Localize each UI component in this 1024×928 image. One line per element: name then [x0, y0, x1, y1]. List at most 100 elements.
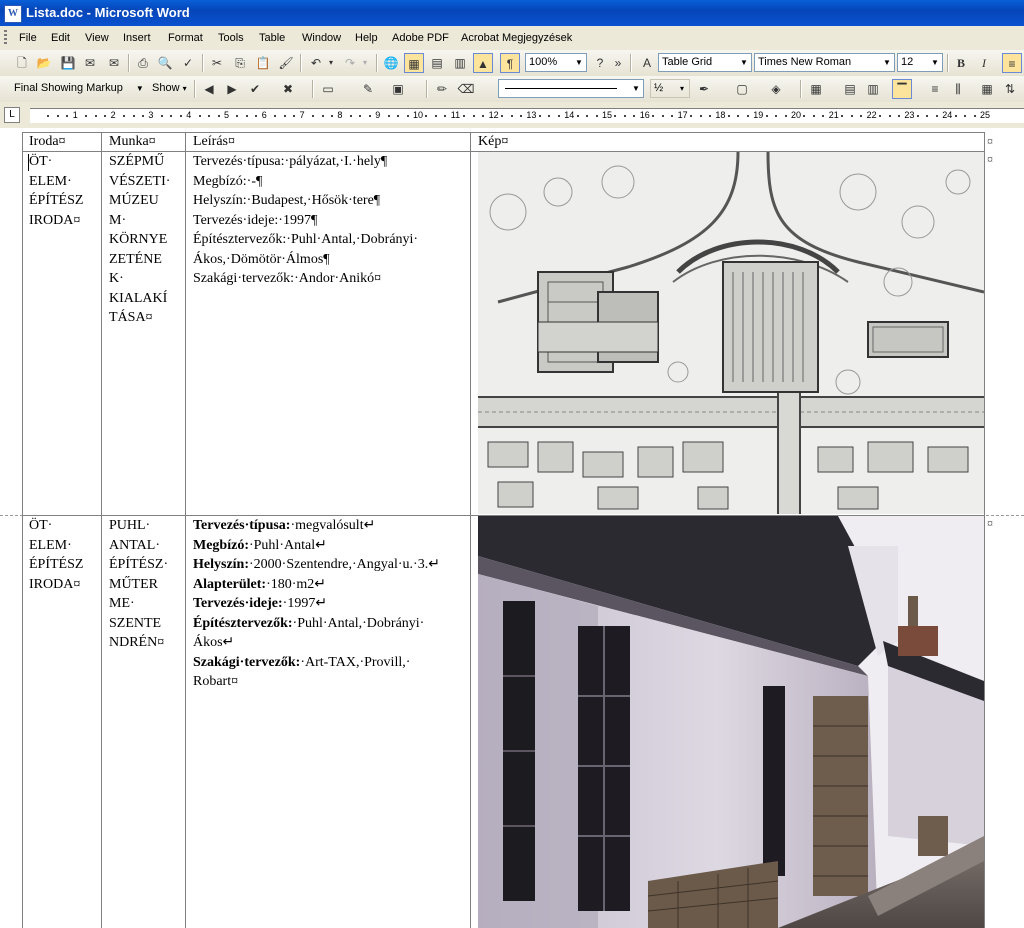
menu-help[interactable]: Help: [355, 32, 378, 44]
menu-table[interactable]: Table: [259, 32, 285, 44]
reviewing-pane-icon[interactable]: ▣: [388, 79, 408, 99]
help-icon[interactable]: ?: [590, 53, 610, 73]
site-plan-image[interactable]: [478, 152, 984, 514]
eraser-icon[interactable]: ⌫: [456, 79, 476, 99]
menu-bar: File Edit View Insert Format Tools Table…: [0, 26, 1024, 51]
ruler-tick: [179, 115, 182, 117]
outside-border-icon[interactable]: ▢: [732, 79, 752, 99]
split-cells-icon[interactable]: ▥: [863, 79, 883, 99]
header-munka[interactable]: Munka¤: [109, 132, 156, 152]
row-end-mark: ¤: [987, 152, 993, 166]
toolbar-options-icon[interactable]: »: [612, 53, 624, 73]
draw-table-icon[interactable]: ✏: [432, 79, 452, 99]
redo-icon[interactable]: ↷: [340, 53, 360, 73]
row1-work-cell[interactable]: SZÉPMŰ VÉSZETI· MÚZEU M· KÖRNYE ZETÉNE K…: [109, 152, 170, 328]
word-doc-icon[interactable]: W: [4, 5, 22, 23]
distribute-rows-icon[interactable]: ≡: [925, 79, 945, 99]
menu-acrobat-comments[interactable]: Acrobat Megjegyzések: [461, 32, 572, 44]
undo-dropdown-icon[interactable]: ▾: [326, 53, 336, 73]
field-value: ·Puhl·Antal,·Dobrányi·: [292, 615, 425, 631]
italic-button[interactable]: I: [974, 53, 994, 73]
align-left-icon[interactable]: ≡: [1002, 53, 1022, 73]
tables-borders-icon[interactable]: ▦: [404, 53, 424, 73]
header-leiras[interactable]: Leírás¤: [193, 132, 235, 152]
bold-button[interactable]: B: [951, 53, 971, 73]
row1-office-cell[interactable]: ÖT· ELEM· ÉPÍTÉSZ IRODA¤: [29, 152, 83, 230]
ruler-tick: [132, 115, 135, 117]
menu-adobe-pdf[interactable]: Adobe PDF: [392, 32, 449, 44]
show-menu-button[interactable]: Show ▾: [152, 82, 187, 94]
style-select[interactable]: Table Grid ▼: [658, 53, 752, 72]
zoom-select[interactable]: 100% ▼: [525, 53, 587, 72]
insert-table-icon[interactable]: ▤: [427, 53, 447, 73]
open-folder-icon[interactable]: 📂: [34, 53, 54, 73]
ruler-tick: [349, 115, 352, 117]
menu-view[interactable]: View: [85, 32, 109, 44]
undo-icon[interactable]: ↶: [306, 53, 326, 73]
format-painter-icon[interactable]: 🖌: [276, 53, 296, 73]
insert-excel-icon[interactable]: ▥: [450, 53, 470, 73]
tab-selector-icon[interactable]: L: [4, 107, 20, 123]
ruler-tick: [690, 115, 693, 117]
row1-description-cell[interactable]: Tervezés·típusa:·pályázat,·I.·hely¶ Megb…: [193, 152, 418, 289]
column-border: [185, 132, 186, 928]
border-color-icon[interactable]: ✒: [694, 79, 714, 99]
drawing-icon[interactable]: ▲: [473, 53, 493, 73]
toolbar-grip[interactable]: [4, 30, 7, 46]
save-icon[interactable]: 💾: [58, 53, 78, 73]
print-icon[interactable]: ⎙: [133, 53, 153, 73]
font-select[interactable]: Times New Roman ▼: [754, 53, 895, 72]
shading-color-icon[interactable]: ◈: [766, 79, 786, 99]
header-kep[interactable]: Kép¤: [478, 132, 508, 152]
print-preview-icon[interactable]: 🔍: [155, 53, 175, 73]
email-icon[interactable]: ✉: [104, 53, 124, 73]
show-hide-formatting-icon[interactable]: ¶: [500, 53, 520, 73]
styles-formatting-icon[interactable]: A: [637, 53, 657, 73]
menu-format[interactable]: Format: [168, 32, 203, 44]
copy-icon[interactable]: ⎘: [230, 53, 250, 73]
ruler-tick: [293, 115, 296, 117]
merge-cells-icon[interactable]: ▤: [840, 79, 860, 99]
table-autoformat-icon[interactable]: ▦: [977, 79, 997, 99]
align-top-left-icon[interactable]: ▔: [892, 79, 912, 99]
line-weight-select[interactable]: ½ ▾: [650, 79, 690, 98]
paste-icon[interactable]: 📋: [253, 53, 273, 73]
menu-insert[interactable]: Insert: [123, 32, 151, 44]
distribute-columns-icon[interactable]: ⫼: [948, 79, 968, 99]
new-document-icon[interactable]: 🗋: [12, 53, 32, 73]
row2-office-cell[interactable]: ÖT· ELEM· ÉPÍTÉSZ IRODA¤: [29, 516, 83, 594]
permission-icon[interactable]: ✉: [80, 53, 100, 73]
accept-change-icon[interactable]: ✔: [245, 79, 265, 99]
hyperlink-icon[interactable]: 🌐: [381, 53, 401, 73]
menu-edit[interactable]: Edit: [51, 32, 70, 44]
studio-photo-image[interactable]: [478, 516, 984, 928]
text-direction-icon[interactable]: ⇅: [1000, 79, 1020, 99]
line-style-select[interactable]: ▼: [498, 79, 644, 98]
ruler-scale[interactable]: 1 2 3 4 5 6 7 8 9 10 11 12 13 14 15 16 17 18 19 20 21 22 23 24 2…: [30, 108, 1024, 123]
font-size-select[interactable]: 12 ▼: [897, 53, 943, 72]
menu-window[interactable]: Window: [302, 32, 341, 44]
previous-change-icon[interactable]: ◀: [199, 79, 219, 99]
header-iroda[interactable]: Iroda¤: [29, 132, 66, 152]
menu-file[interactable]: File: [19, 32, 37, 44]
ruler-tick: [123, 115, 126, 117]
next-change-icon[interactable]: ▶: [222, 79, 242, 99]
spelling-icon[interactable]: ✓: [178, 53, 198, 73]
markup-view-select[interactable]: Final Showing Markup ▼: [14, 82, 144, 94]
track-changes-icon[interactable]: ✎: [358, 79, 378, 99]
text-line: Építésztervezők:·Puhl·Antal,·Dobrányi·: [193, 232, 419, 247]
ruler-tick: [198, 115, 201, 117]
row2-description-cell[interactable]: Tervezés·típusa:·megvalósult↵ Megbízó:·P…: [193, 516, 440, 692]
menu-tools[interactable]: Tools: [218, 32, 244, 44]
redo-dropdown-icon[interactable]: ▾: [360, 53, 370, 73]
text-line: Ákos,·Dömötör·Álmos¶: [193, 251, 330, 267]
insert-table-dropdown-icon[interactable]: ▦: [806, 79, 826, 99]
field-label: Megbízó:: [193, 537, 249, 553]
new-comment-icon[interactable]: ▭: [318, 79, 338, 99]
field-label: Helyszín:: [193, 557, 249, 572]
row2-work-cell[interactable]: PUHL· ANTAL· ÉPÍTÉSZ· MŰTER ME· SZENTE N…: [109, 516, 168, 653]
horizontal-ruler[interactable]: L 1 2 3 4 5 6 7 8 9 10 11 12 13 14 15 16 17 18 19 20 21 22 23 2…: [0, 102, 1024, 129]
cut-icon[interactable]: ✂: [207, 53, 227, 73]
reject-change-icon[interactable]: ✖: [278, 79, 298, 99]
desc-line: Robart¤: [193, 672, 440, 692]
